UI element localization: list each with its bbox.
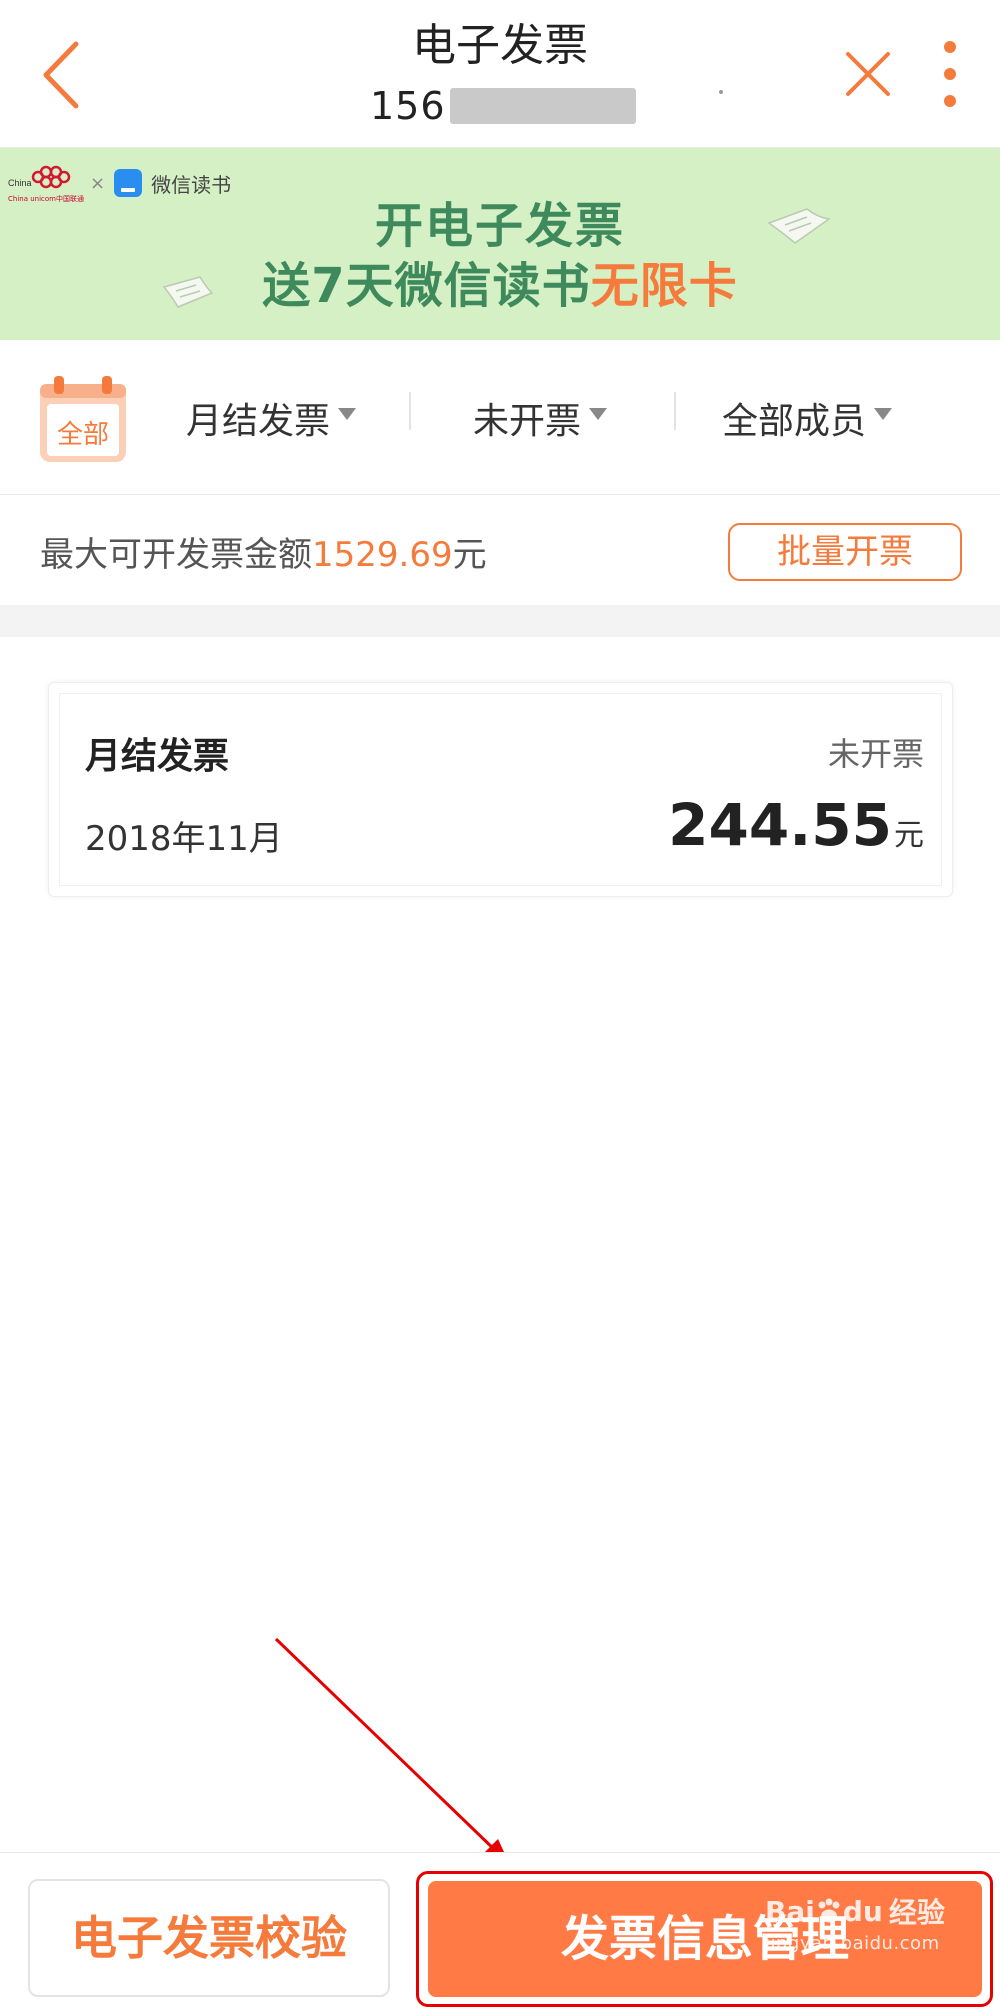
banner-highlight: 无限卡 [590, 258, 738, 314]
filter-bar: 全部 月结发票 未开票 全部成员 [0, 340, 1000, 495]
invoice-card[interactable]: 月结发票 未开票 2018年11月 244.55 元 [48, 682, 953, 897]
invoice-type-label: 月结发票 [186, 401, 331, 442]
close-button[interactable] [838, 38, 898, 108]
banner-subline-text: 送7天微信读书 [262, 258, 591, 314]
watermark-label: 经验 [888, 1896, 945, 1929]
member-dropdown[interactable]: 全部成员 [722, 388, 893, 448]
phone-prefix: 156 [370, 84, 446, 128]
calendar-label: 全部 [56, 420, 109, 450]
close-icon [846, 52, 890, 96]
max-amount-text: 最大可开发票金额1529.69元 [40, 527, 487, 576]
promo-banner[interactable]: China China unicom中国联通 × 微信读书 开电子发票 送7天微… [0, 148, 1000, 340]
max-amount-row: 最大可开发票金额1529.69元 批量开票 [0, 495, 1000, 605]
member-label: 全部成员 [722, 401, 867, 442]
chevron-left-icon [43, 41, 79, 109]
invoice-amount: 244.55 元 [668, 791, 924, 859]
dot-mark [719, 90, 723, 94]
invoice-title: 月结发票 [85, 736, 230, 777]
invoice-type-dropdown[interactable]: 月结发票 [186, 388, 357, 448]
batch-invoice-button[interactable]: 批量开票 [728, 523, 962, 581]
watermark-brand-bai: Bai [765, 1894, 815, 1928]
section-divider [0, 605, 1000, 637]
invoice-amount-unit: 元 [894, 818, 924, 853]
max-amount-label: 最大可开发票金额 [40, 535, 312, 575]
max-amount-unit: 元 [452, 535, 487, 575]
annotation-arrow-icon [274, 1637, 510, 1865]
invoice-verify-button[interactable]: 电子发票校验 [28, 1879, 390, 1997]
watermark-brand-du: du [842, 1894, 883, 1928]
dropdown-arrow-icon [874, 408, 893, 420]
invoice-date: 2018年11月 [85, 819, 283, 859]
paper-icon [767, 208, 831, 244]
dropdown-arrow-icon [338, 408, 357, 420]
bottom-action-bar: 电子发票校验 发票信息管理 Bai du 经验 jingyan.baidu.co… [0, 1852, 1000, 2007]
paw-icon [818, 1898, 840, 1923]
phone-mask [449, 88, 636, 124]
invoice-status-label: 未开票 [473, 401, 582, 442]
page-title: 电子发票 [412, 20, 588, 71]
phone-number-row: 156 [370, 82, 636, 130]
more-button[interactable] [930, 30, 970, 120]
filter-divider [674, 392, 676, 430]
header-bar: 电子发票 156 [0, 0, 1000, 148]
banner-subline: 送7天微信读书无限卡 [0, 246, 1000, 316]
invoice-status-dropdown[interactable]: 未开票 [473, 388, 608, 448]
filter-divider [409, 392, 411, 430]
dropdown-arrow-icon [589, 408, 608, 420]
watermark-brand: Bai du 经验 [765, 1891, 945, 1931]
calendar-filter-button[interactable]: 全部 [38, 374, 128, 464]
page-title-wrap: 电子发票 [300, 18, 700, 74]
watermark-url: jingyan.baidu.com [765, 1933, 940, 1954]
invoice-amount-value: 244.55 [668, 791, 892, 859]
paper-icon [162, 276, 214, 308]
invoice-status: 未开票 [827, 735, 924, 773]
more-vertical-icon [944, 41, 956, 107]
baidu-jingyan-watermark: Bai du 经验 jingyan.baidu.com [765, 1891, 945, 1955]
back-button[interactable] [30, 30, 100, 120]
max-amount-value: 1529.69 [312, 535, 453, 575]
